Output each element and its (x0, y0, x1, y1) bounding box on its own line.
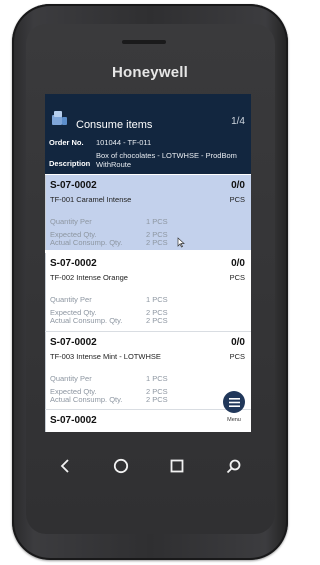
item-qty: 0/0 (231, 180, 245, 191)
mouse-cursor-icon (177, 237, 185, 248)
list-item[interactable]: S-07-0002 0/0 TF-003 Intense Mint - LOTW… (45, 332, 251, 409)
item-unit: PCS (229, 195, 245, 204)
bin-location: S-07-0002 (50, 337, 97, 348)
menu-label: Menu (227, 417, 241, 423)
consume-items-icon (52, 111, 67, 125)
home-button[interactable] (111, 456, 131, 476)
recent-apps-icon (170, 459, 184, 473)
recent-apps-button[interactable] (167, 456, 187, 476)
item-code: TF-003 Intense Mint - LOTWHSE (50, 352, 161, 361)
row-value: 2 PCS (146, 395, 168, 404)
bin-location: S-07-0002 (50, 180, 97, 191)
back-icon (60, 459, 69, 473)
row-label: Actual Consump. Qty. (50, 395, 123, 404)
brand-logo: Honeywell (112, 64, 188, 81)
bin-location: S-07-0002 (50, 258, 97, 269)
search-icon (226, 459, 240, 473)
search-button[interactable] (223, 456, 243, 476)
item-unit: PCS (229, 352, 245, 361)
list-item[interactable]: S-07-0002 0/0 TF-001 Caramel Intense PCS… (45, 175, 251, 250)
item-code: TF-001 Caramel Intense (50, 195, 132, 204)
row-label: Quantity Per (50, 374, 92, 383)
app-screen: Consume items 1/4 Order No. 101044 - TF-… (45, 94, 251, 432)
navigation-bar (45, 448, 251, 484)
item-code: TF-002 Intense Orange (50, 273, 128, 282)
row-value: 1 PCS (146, 374, 168, 383)
home-icon (113, 458, 129, 474)
row-label: Actual Consump. Qty. (50, 316, 123, 325)
row-value: 2 PCS (146, 238, 168, 247)
page-title: Consume items (76, 119, 153, 131)
description-line-2: WithRoute (96, 160, 132, 169)
row-label: Actual Consump. Qty. (50, 238, 123, 247)
order-label: Order No. (49, 138, 84, 147)
row-label: Quantity Per (50, 217, 92, 226)
description-label: Description (49, 159, 91, 168)
row-value: 1 PCS (146, 295, 168, 304)
app-header: Consume items 1/4 Order No. 101044 - TF-… (45, 94, 251, 174)
menu-button[interactable] (223, 391, 245, 413)
item-unit: PCS (229, 273, 245, 282)
back-button[interactable] (55, 456, 75, 476)
speaker-grille (122, 40, 166, 44)
row-label: Quantity Per (50, 295, 92, 304)
hamburger-icon (228, 397, 240, 407)
item-qty: 0/0 (231, 258, 245, 269)
list-item[interactable]: S-07-0002 0/0 TF-002 Intense Orange PCS … (45, 253, 251, 331)
page-counter: 1/4 (231, 116, 245, 127)
item-qty: 0/0 (231, 337, 245, 348)
description-line-1: Box of chocolates - LOTWHSE - ProdBom (96, 151, 237, 160)
order-value: 101044 - TF-011 (96, 138, 152, 147)
row-value: 2 PCS (146, 316, 168, 325)
bin-location: S-07-0002 (50, 415, 97, 426)
row-value: 1 PCS (146, 217, 168, 226)
